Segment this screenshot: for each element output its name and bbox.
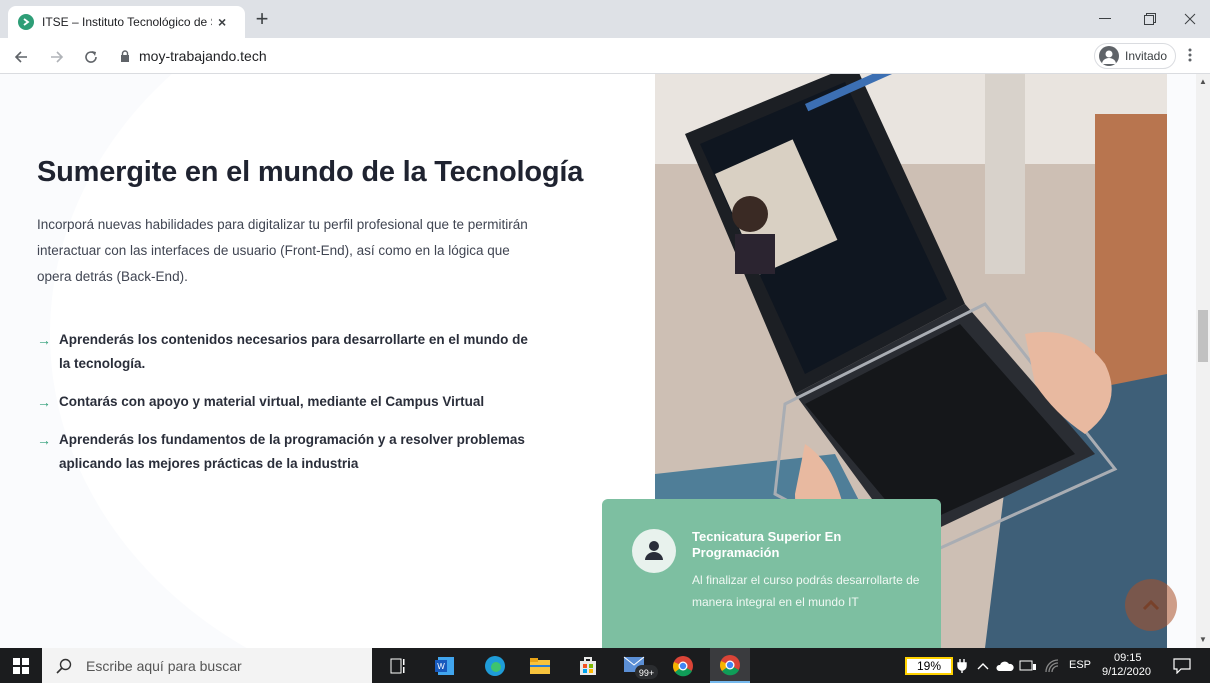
clock-date[interactable]: 9/12/2020 — [1102, 666, 1151, 678]
close-window-icon[interactable] — [1175, 8, 1205, 30]
task-view-icon[interactable] — [386, 653, 412, 679]
feature-item: → Aprenderás los contenidos necesarios p… — [37, 328, 537, 376]
arrow-right-icon: → — [37, 332, 51, 348]
browser-tab[interactable]: ITSE – Instituto Tecnológico de S × — [8, 6, 245, 38]
scroll-thumb[interactable] — [1198, 310, 1208, 362]
lock-icon[interactable] — [120, 50, 130, 62]
mail-icon[interactable]: 99+ — [622, 653, 658, 679]
kebab-menu-icon[interactable] — [1184, 48, 1196, 64]
edge-icon[interactable] — [482, 653, 508, 679]
user-icon — [632, 529, 676, 573]
intro-paragraph: Incorporá nuevas habilidades para digita… — [37, 217, 528, 284]
profile-button[interactable]: Invitado — [1094, 43, 1177, 69]
feature-text: Contarás con apoyo y material virtual, m… — [59, 394, 485, 409]
wifi-icon[interactable] — [1042, 653, 1062, 679]
reload-icon[interactable] — [80, 46, 102, 68]
chrome-active-icon[interactable] — [710, 648, 750, 683]
profile-avatar-icon — [1099, 46, 1119, 66]
chevron-up-icon — [1142, 599, 1160, 611]
page-heading: Sumergite en el mundo de la Tecnología — [37, 156, 584, 188]
page-content: Sumergite en el mundo de la Tecnología I… — [0, 74, 1196, 648]
search-placeholder: Escribe aquí para buscar — [86, 657, 242, 674]
clock-time[interactable]: 09:15 — [1114, 652, 1142, 664]
back-arrow-icon[interactable] — [10, 46, 32, 68]
feature-item: → Contarás con apoyo y material virtual,… — [37, 390, 537, 414]
feature-text: Aprenderás los fundamentos de la program… — [59, 432, 525, 471]
browser-toolbar: moy-trabajando.tech Invitado — [0, 38, 1210, 74]
scroll-up-icon[interactable]: ▲ — [1199, 78, 1207, 86]
notification-icon[interactable] — [1170, 653, 1194, 679]
battery-indicator[interactable]: 19% — [905, 657, 953, 675]
tab-title: ITSE – Instituto Tecnológico de S — [42, 15, 212, 29]
feature-text: Aprenderás los contenidos necesarios par… — [59, 332, 528, 371]
plug-icon[interactable] — [955, 653, 969, 679]
chrome-icon[interactable] — [670, 653, 696, 679]
minimize-icon[interactable] — [1090, 8, 1120, 30]
feature-item: → Aprenderás los fundamentos de la progr… — [37, 428, 537, 476]
scroll-down-icon[interactable]: ▼ — [1199, 636, 1207, 644]
page-scrollbar[interactable]: ▲ ▼ — [1196, 74, 1210, 648]
word-icon[interactable]: W — [432, 653, 458, 679]
card-title: Tecnicatura Superior En Programación — [692, 529, 842, 560]
feature-list: → Aprenderás los contenidos necesarios p… — [37, 328, 537, 490]
language-indicator[interactable]: ESP — [1069, 659, 1091, 671]
arrow-right-icon: → — [37, 432, 51, 448]
chevron-up-icon[interactable] — [975, 653, 991, 679]
restore-icon[interactable] — [1135, 8, 1165, 30]
course-card[interactable]: Tecnicatura Superior En Programación Al … — [602, 499, 941, 648]
profile-label: Invitado — [1125, 49, 1168, 63]
scroll-to-top-button[interactable] — [1125, 579, 1177, 631]
svg-text:W: W — [437, 662, 445, 671]
windows-start-button[interactable] — [0, 648, 42, 683]
file-explorer-icon[interactable] — [527, 653, 553, 679]
taskbar-search[interactable]: Escribe aquí para buscar — [42, 648, 372, 683]
tab-close-icon[interactable]: × — [218, 14, 226, 30]
forward-arrow-icon[interactable] — [46, 46, 68, 68]
screen: ITSE – Instituto Tecnológico de S × + mo… — [0, 0, 1210, 683]
windows-taskbar: Escribe aquí para buscar W 99+ 19% ESP 0… — [0, 648, 1210, 683]
url-field[interactable]: moy-trabajando.tech — [139, 48, 267, 64]
browser-tabbar: ITSE – Instituto Tecnológico de S × + — [0, 0, 1210, 38]
windows-logo-icon — [13, 657, 29, 674]
card-subtitle: Al finalizar el curso podrás desarrollar… — [692, 573, 920, 609]
onedrive-icon[interactable] — [995, 653, 1015, 679]
new-tab-button[interactable]: + — [252, 8, 272, 30]
network-icon[interactable] — [1018, 653, 1038, 679]
store-icon[interactable] — [575, 653, 601, 679]
arrow-right-icon: → — [37, 394, 51, 410]
mail-badge: 99+ — [639, 668, 654, 678]
search-icon — [56, 658, 72, 674]
site-favicon-icon — [18, 14, 34, 30]
